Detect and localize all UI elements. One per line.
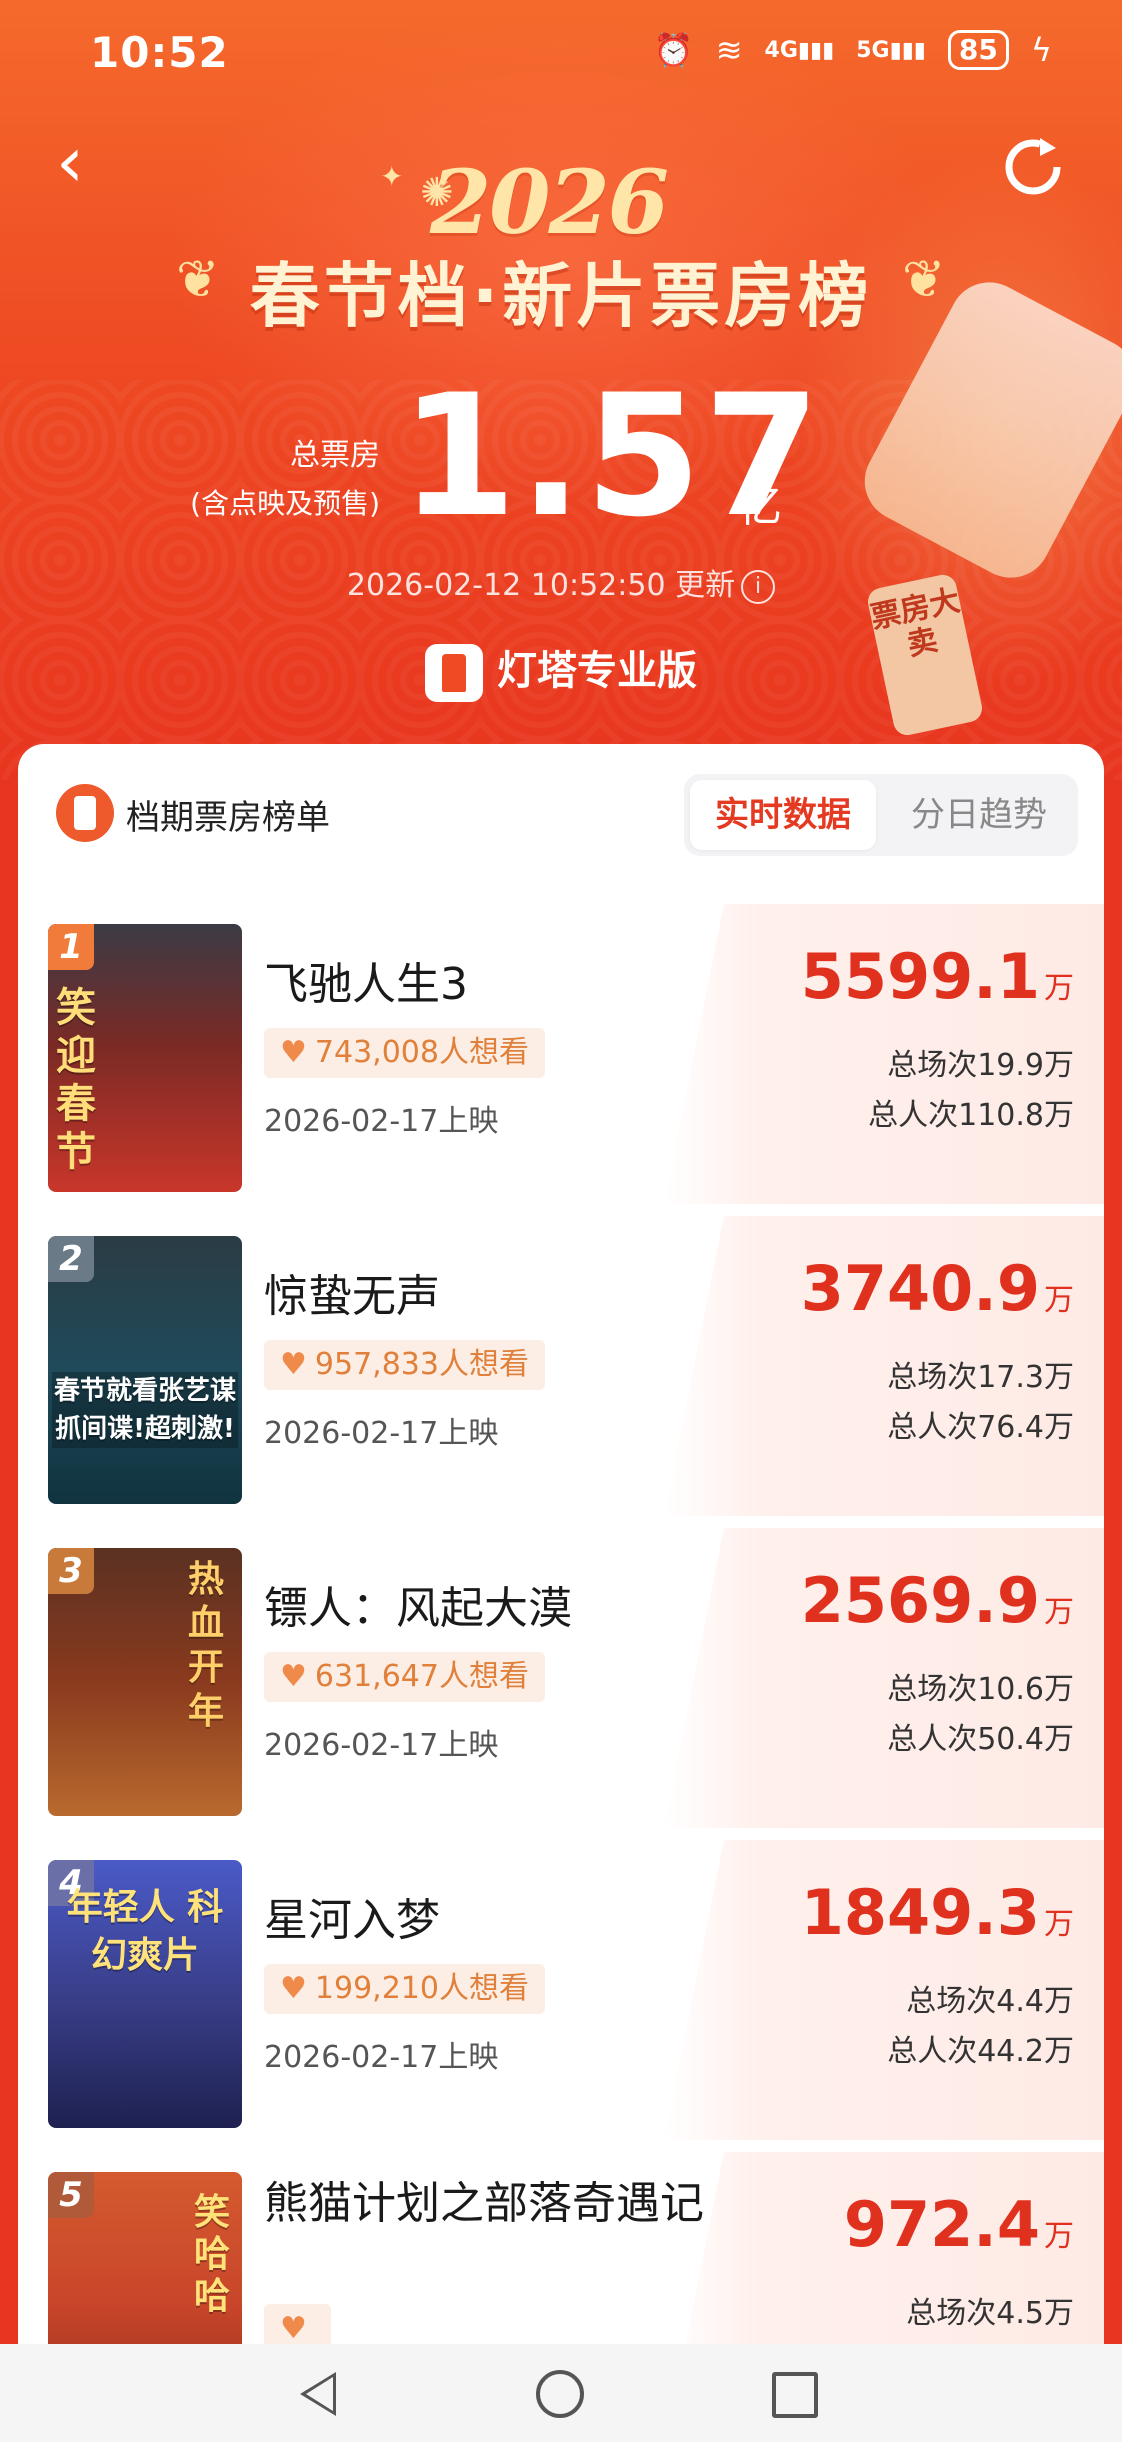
nav-recents-icon[interactable] xyxy=(772,2372,818,2418)
box-office-value: 1849.3 万 xyxy=(800,1876,1074,1949)
admissions: 总人次110.8万 xyxy=(868,1098,1074,1133)
movie-row[interactable]: 2 春节就看张艺谋 抓间谍!超刺激! 惊蛰无声 ♥ 957,833人想看 2026… xyxy=(18,1216,1104,1528)
back-button[interactable]: ‹ xyxy=(56,127,116,197)
total-unit: 亿 xyxy=(738,481,782,532)
screenings: 总场次17.3万 xyxy=(887,1360,1074,1395)
update-time: 2026-02-12 10:52:50 更新 i xyxy=(0,560,1122,604)
charging-icon: ϟ xyxy=(1030,31,1052,69)
battery-icon: 85 xyxy=(947,30,1009,70)
status-time: 10:52 xyxy=(90,28,229,77)
movie-row[interactable]: 5 笑哈哈 熊猫计划之部落奇遇记 ♥ 972.4 万 总场次4.5万 xyxy=(18,2152,1104,2344)
screenings: 总场次4.5万 xyxy=(906,2296,1074,2331)
screenings: 总场次10.6万 xyxy=(887,1672,1074,1707)
movie-title: 熊猫计划之部落奇遇记 xyxy=(264,2178,704,2229)
release-date: 2026-02-17上映 xyxy=(264,1416,499,1451)
status-bar: 10:52 ⏰ ≋ 4G▮▮▮ 5G▮▮▮ 85 ϟ xyxy=(0,0,1122,110)
movie-title: 飞驰人生3 xyxy=(264,959,468,1010)
movie-poster: 1 笑迎春节 xyxy=(48,924,242,1192)
page-title: 春节档·新片票房榜 xyxy=(249,255,873,337)
share-button[interactable] xyxy=(1000,132,1066,198)
want-to-see-badge: ♥ xyxy=(264,2304,331,2344)
want-to-see-badge: ♥ 957,833人想看 xyxy=(264,1340,545,1390)
movie-title: 镖人：风起大漠 xyxy=(264,1583,572,1634)
list-header: 档期票房榜单 实时数据 分日趋势 xyxy=(18,744,1104,874)
movie-poster: 3 热血开年 xyxy=(48,1548,242,1816)
screenings: 总场次19.9万 xyxy=(887,1048,1074,1083)
nav-back-icon[interactable] xyxy=(300,2372,336,2416)
release-date: 2026-02-17上映 xyxy=(264,1104,499,1139)
movie-poster: 5 笑哈哈 xyxy=(48,2172,242,2344)
refresh-icon xyxy=(1005,138,1061,195)
total-label: 总票房 (含点映及预售) xyxy=(190,438,380,520)
alarm-icon: ⏰ xyxy=(653,31,694,69)
heart-icon: ♥ xyxy=(280,1659,307,1694)
tab-realtime[interactable]: 实时数据 xyxy=(690,780,876,850)
nav-home-icon[interactable] xyxy=(536,2370,584,2418)
info-icon[interactable]: i xyxy=(741,569,776,604)
box-office-value: 5599.1 万 xyxy=(800,940,1074,1013)
signal-5g-icon: 5G▮▮▮ xyxy=(856,37,926,63)
movie-title: 星河入梦 xyxy=(264,1895,440,1946)
signal-4g-icon: 4G▮▮▮ xyxy=(764,37,835,63)
box-office-value: 3740.9 万 xyxy=(800,1252,1074,1325)
heart-icon: ♥ xyxy=(280,1347,307,1382)
box-office-value: 2569.9 万 xyxy=(800,1564,1074,1637)
box-office-list-card: 档期票房榜单 实时数据 分日趋势 1 笑迎春节 飞驰人生3 ♥ 743,008人想… xyxy=(18,744,1104,2344)
lighthouse-icon xyxy=(425,644,483,702)
heart-icon: ♥ xyxy=(280,1035,307,1070)
box-office-value: 972.4 万 xyxy=(843,2188,1074,2261)
release-date: 2026-02-17上映 xyxy=(264,1728,499,1763)
rank-badge: 3 xyxy=(48,1548,94,1594)
system-nav-bar xyxy=(0,2344,1122,2442)
status-icons: ⏰ ≋ 4G▮▮▮ 5G▮▮▮ 85 ϟ xyxy=(654,30,1052,70)
movie-row[interactable]: 3 热血开年 镖人：风起大漠 ♥ 631,647人想看 2026-02-17上映 … xyxy=(18,1528,1104,1840)
event-year: 2026 xyxy=(430,150,669,254)
sparkle-icon: ✦ xyxy=(380,160,404,193)
want-to-see-badge: ♥ 743,008人想看 xyxy=(264,1028,545,1078)
heart-icon: ♥ xyxy=(280,2311,307,2344)
hero-banner: 票房大卖 10:52 ⏰ ≋ 4G▮▮▮ 5G▮▮▮ 85 ϟ ‹ ✺ ✦ 20… xyxy=(0,0,1122,780)
tab-switcher: 实时数据 分日趋势 xyxy=(684,774,1078,856)
wifi-icon: ≋ xyxy=(715,31,743,69)
release-date: 2026-02-17上映 xyxy=(264,2040,499,2075)
admissions: 总人次44.2万 xyxy=(887,2034,1074,2069)
admissions: 总人次76.4万 xyxy=(887,1410,1074,1445)
want-to-see-badge: ♥ 199,210人想看 xyxy=(264,1964,545,2014)
movie-row[interactable]: 1 笑迎春节 飞驰人生3 ♥ 743,008人想看 2026-02-17上映 55… xyxy=(18,904,1104,1216)
rank-badge: 5 xyxy=(48,2172,94,2218)
want-to-see-badge: ♥ 631,647人想看 xyxy=(264,1652,545,1702)
admissions: 总人次50.4万 xyxy=(887,1722,1074,1757)
movie-poster: 2 春节就看张艺谋 抓间谍!超刺激! xyxy=(48,1236,242,1504)
movie-title: 惊蛰无声 xyxy=(264,1271,440,1322)
heart-icon: ♥ xyxy=(280,1971,307,2006)
movie-poster: 4 年轻人 科幻爽片 xyxy=(48,1860,242,2128)
brand-logo: 灯塔专业版 xyxy=(0,638,1122,702)
list-title: 档期票房榜单 xyxy=(126,798,330,838)
movie-row[interactable]: 4 年轻人 科幻爽片 星河入梦 ♥ 199,210人想看 2026-02-17上映… xyxy=(18,1840,1104,2152)
rank-badge: 2 xyxy=(48,1236,94,1282)
tab-daily-trend[interactable]: 分日趋势 xyxy=(886,780,1072,850)
screenings: 总场次4.4万 xyxy=(906,1984,1074,2019)
list-logo-icon xyxy=(56,784,114,842)
rank-badge: 1 xyxy=(48,924,94,970)
